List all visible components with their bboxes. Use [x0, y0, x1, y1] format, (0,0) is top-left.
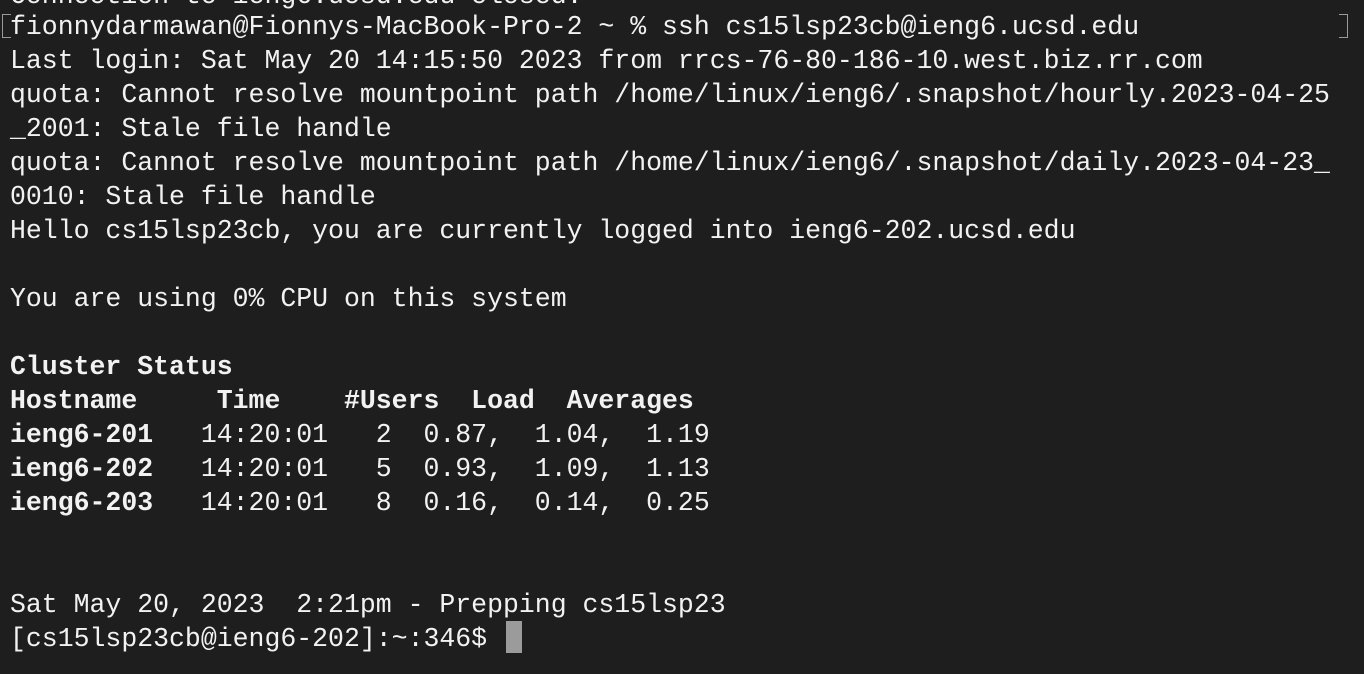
cluster-row: ieng6-201 14:20:01 2 0.87, 1.04, 1.19 [10, 418, 710, 452]
quota-warning-hourly-cont: _2001: Stale file handle [10, 114, 392, 144]
last-login-line: Last login: Sat May 20 14:15:50 2023 fro… [10, 46, 1203, 76]
cluster-row-stats: 14:20:01 8 0.16, 0.14, 0.25 [153, 488, 710, 518]
cluster-row-host: ieng6-201 [10, 420, 154, 450]
cluster-row-stats: 14:20:01 2 0.87, 1.04, 1.19 [153, 420, 710, 450]
cluster-row-host: ieng6-203 [10, 488, 154, 518]
remote-prompt: [cs15lsp23cb@ieng6-202]:~:346$ [10, 624, 503, 654]
local-command-line: fionnydarmawan@Fionnys-MacBook-Pro-2 ~ %… [10, 10, 1139, 44]
cluster-row: ieng6-202 14:20:01 5 0.93, 1.09, 1.13 [10, 452, 710, 486]
terminal-window[interactable]: Connection to ieng6.ucsd.edu closed. fio… [0, 0, 1364, 674]
ssh-command: ssh cs15lsp23cb@ieng6.ucsd.edu [662, 12, 1140, 42]
cpu-usage-message: You are using 0% CPU on this system [10, 284, 567, 314]
quota-warning-hourly: quota: Cannot resolve mountpoint path /h… [10, 80, 1330, 110]
cluster-row: ieng6-203 14:20:01 8 0.16, 0.14, 0.25 [10, 486, 710, 520]
cluster-status-header: Hostname Time #Users Load Averages [10, 386, 694, 416]
terminal-cursor[interactable] [506, 621, 522, 653]
selection-bracket-right [1339, 14, 1348, 38]
hello-message: Hello cs15lsp23cb, you are currently log… [10, 216, 1076, 246]
local-prompt: fionnydarmawan@Fionnys-MacBook-Pro-2 ~ % [10, 12, 663, 42]
quota-warning-daily-cont: 0010: Stale file handle [10, 182, 376, 212]
date-message: Sat May 20, 2023 2:21pm - Prepping cs15l… [10, 590, 726, 620]
quota-warning-daily: quota: Cannot resolve mountpoint path /h… [10, 148, 1330, 178]
cluster-row-stats: 14:20:01 5 0.93, 1.09, 1.13 [153, 454, 710, 484]
cluster-row-host: ieng6-202 [10, 454, 154, 484]
cluster-status-title: Cluster Status [10, 352, 233, 382]
